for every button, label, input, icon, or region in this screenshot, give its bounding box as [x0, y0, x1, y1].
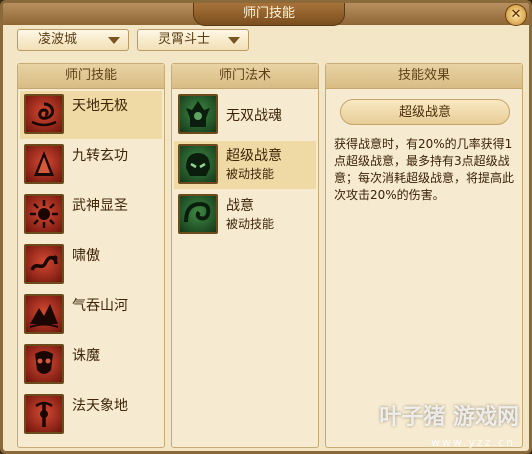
chevron-down-icon — [228, 37, 240, 44]
skill-name: 啸傲 — [72, 248, 100, 264]
window-title: 师门技能 — [193, 3, 345, 26]
role-dropdown[interactable]: 灵霄斗士 — [137, 29, 249, 51]
spell-item-zhanyi[interactable]: 战意 被动技能 — [174, 191, 316, 239]
skill-item-xiaoao[interactable]: 啸傲 — [20, 241, 162, 289]
skill-item-fatian-xiangdi[interactable]: 法天象地 — [20, 391, 162, 439]
wave-icon — [178, 194, 218, 234]
demon-mask-icon — [24, 344, 64, 384]
skill-name: 法天象地 — [72, 398, 128, 414]
spell-name: 超级战意 — [226, 148, 282, 164]
skill-effect-panel: 技能效果 超级战意 获得战意时，有20%的几率获得1点超级战意，最多持有3点超级… — [325, 63, 523, 448]
spell-type-label: 被动技能 — [226, 217, 275, 231]
dragon-icon — [24, 244, 64, 284]
pagoda-icon — [24, 144, 64, 184]
effect-description: 获得战意时，有20%的几率获得1点超级战意，最多持有3点超级战意；每次消耗超级战… — [334, 137, 515, 202]
watermark-url: www.yzz.cn — [430, 436, 515, 449]
skill-name: 诛魔 — [72, 348, 100, 364]
skill-item-zhumo[interactable]: 诛魔 — [20, 341, 162, 389]
swirl-icon — [24, 94, 64, 134]
spell-type-label: 被动技能 — [226, 167, 275, 181]
skill-window: 师门技能 ✕ 凌波城 灵霄斗士 师门技能 天地无极 九转玄功 武神显圣 啸傲 气… — [0, 0, 532, 454]
skill-effect-header: 技能效果 — [326, 64, 522, 89]
skill-item-jiuzhuan-xuangong[interactable]: 九转玄功 — [20, 141, 162, 189]
helmet-icon — [178, 144, 218, 184]
spell-name: 战意 — [226, 198, 254, 214]
spell-item-chaoji-zhanyi[interactable]: 超级战意 被动技能 — [174, 141, 316, 189]
sun-burst-icon — [24, 194, 64, 234]
sect-spells-header: 师门法术 — [172, 64, 318, 89]
watermark-logo: 叶子猪 游戏网 — [379, 405, 519, 430]
warrior-spirit-icon — [178, 94, 218, 134]
title-bar: 师门技能 ✕ — [3, 3, 529, 26]
sect-dropdown-value: 凌波城 — [38, 32, 78, 47]
sect-spells-panel: 师门法术 无双战魂 超级战意 被动技能 战意 被动技能 — [171, 63, 319, 448]
chevron-down-icon — [108, 37, 120, 44]
staff-icon — [24, 394, 64, 434]
skill-item-tiandi-wuji[interactable]: 天地无极 — [20, 91, 162, 139]
effect-skill-name: 超级战意 — [340, 99, 510, 125]
role-dropdown-value: 灵霄斗士 — [158, 32, 211, 47]
spell-item-wushuang-zhanhun[interactable]: 无双战魂 — [174, 91, 316, 139]
skill-item-wushen-xiansheng[interactable]: 武神显圣 — [20, 191, 162, 239]
sect-dropdown[interactable]: 凌波城 — [17, 29, 129, 51]
sect-skills-panel: 师门技能 天地无极 九转玄功 武神显圣 啸傲 气吞山河 诛魔 法天象地 — [17, 63, 165, 448]
skill-item-qitun-shanhe[interactable]: 气吞山河 — [20, 291, 162, 339]
skill-name: 气吞山河 — [72, 298, 128, 314]
sect-skills-header: 师门技能 — [18, 64, 164, 89]
skill-name: 天地无极 — [72, 98, 128, 114]
spell-name: 无双战魂 — [226, 108, 282, 124]
close-button[interactable]: ✕ — [505, 4, 527, 26]
skill-name: 九转玄功 — [72, 148, 128, 164]
skill-name: 武神显圣 — [72, 198, 128, 214]
mountain-icon — [24, 294, 64, 334]
